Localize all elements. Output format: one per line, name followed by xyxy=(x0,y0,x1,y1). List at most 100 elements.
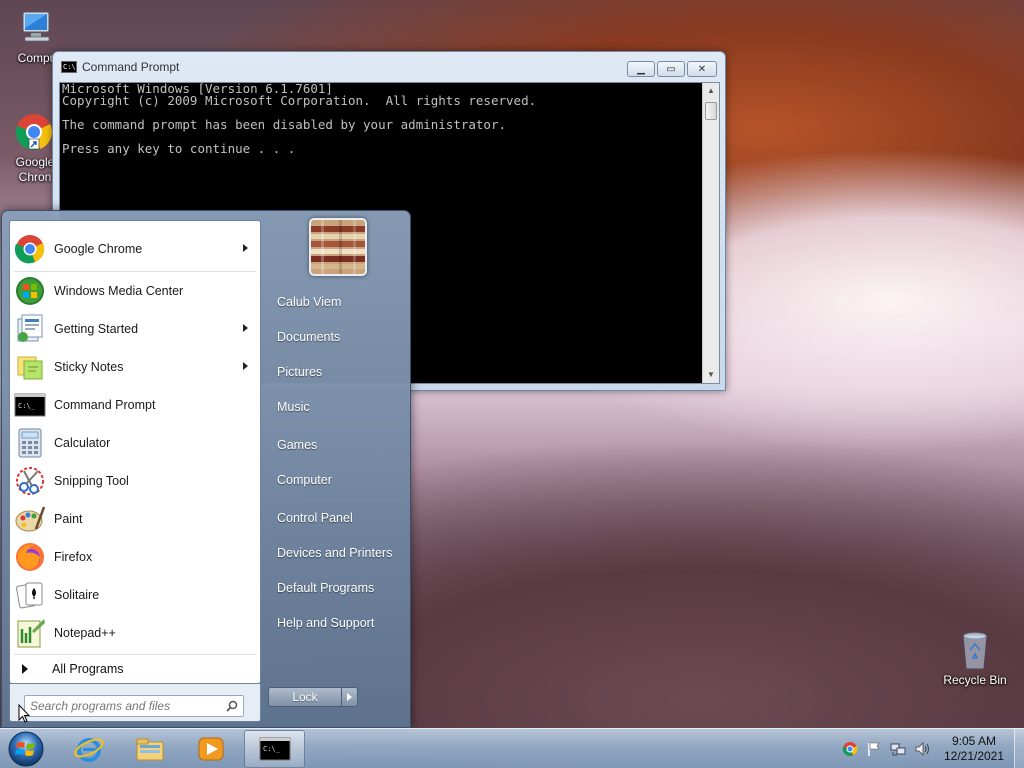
submenu-arrow-icon[interactable] xyxy=(243,362,248,370)
program-label: Command Prompt xyxy=(54,398,156,412)
clock-time: 9:05 AM xyxy=(951,734,997,748)
firefox-icon xyxy=(16,543,44,571)
network-icon[interactable] xyxy=(890,741,906,757)
desktop-icon-google-chrome[interactable]: Google Chron xyxy=(0,112,60,185)
desktop-icon-label: Recycle Bin xyxy=(943,673,1007,687)
default-programs-link[interactable]: Default Programs xyxy=(268,572,404,604)
notepadpp-icon xyxy=(17,619,45,648)
cmd-icon: C:\_ xyxy=(259,737,290,761)
help-and-support-link[interactable]: Help and Support xyxy=(268,607,404,639)
flag-icon[interactable] xyxy=(866,741,882,757)
programs-list: Google Chrome Windows Media Center Getti… xyxy=(9,220,261,684)
program-label: Google Chrome xyxy=(54,242,143,256)
svg-text:C:\_: C:\_ xyxy=(263,745,281,753)
console-output: Microsoft Windows [Version 6.1.7601] Copy… xyxy=(62,82,702,156)
chrome-icon xyxy=(14,112,54,152)
search-area xyxy=(9,684,261,722)
console-line: Press any key to continue . . . xyxy=(62,141,296,156)
desktop-icon-recycle-bin[interactable]: Recycle Bin xyxy=(940,630,1010,687)
show-desktop-button[interactable] xyxy=(1014,729,1024,768)
clock-date: 12/21/2021 xyxy=(943,749,1005,763)
windows-orb-icon xyxy=(8,731,44,767)
ie-icon xyxy=(74,738,104,762)
program-paint[interactable]: Paint xyxy=(10,500,260,538)
minimize-icon: ▁ xyxy=(637,63,645,75)
snipping-tool-icon xyxy=(16,467,44,495)
devices-and-printers-link[interactable]: Devices and Printers xyxy=(268,537,404,569)
documents-link[interactable]: Documents xyxy=(268,321,404,353)
getting-started-icon xyxy=(17,314,43,342)
clock[interactable]: 9:05 AM 12/21/2021 xyxy=(938,734,1010,764)
program-label: Calculator xyxy=(54,436,111,450)
computer-link[interactable]: Computer xyxy=(268,464,404,496)
taskbar: C:\_ 9:05 AM 12/21/2021 xyxy=(0,728,1024,768)
taskbar-media-player[interactable] xyxy=(182,730,240,768)
system-tray: 9:05 AM 12/21/2021 xyxy=(838,729,1024,768)
search-input[interactable] xyxy=(25,696,215,716)
program-label: Windows Media Center xyxy=(54,284,184,298)
program-getting-started[interactable]: Getting Started xyxy=(10,310,260,348)
user-avatar[interactable] xyxy=(309,218,367,276)
minimize-button[interactable]: ▁ xyxy=(627,61,655,77)
lock-control: Lock xyxy=(268,687,358,707)
recycle-bin-icon xyxy=(955,630,995,670)
chrome-icon xyxy=(14,235,45,264)
close-button[interactable]: ✕ xyxy=(687,61,717,77)
scroll-up-icon[interactable]: ▲ xyxy=(703,83,719,99)
calculator-icon xyxy=(18,428,42,458)
pictures-link[interactable]: Pictures xyxy=(268,356,404,388)
taskbar-command-prompt[interactable]: C:\_ xyxy=(244,730,305,768)
chrome-tray-icon[interactable] xyxy=(842,741,858,757)
program-sticky-notes[interactable]: Sticky Notes xyxy=(10,348,260,386)
expand-arrow-icon xyxy=(22,664,28,674)
all-programs-label: All Programs xyxy=(52,662,124,676)
cmd-icon: C:\_ xyxy=(14,393,46,417)
taskbar-internet-explorer[interactable] xyxy=(60,730,118,768)
submenu-arrow-icon[interactable] xyxy=(243,244,248,252)
program-command-prompt[interactable]: C:\_ Command Prompt xyxy=(10,386,260,424)
close-icon: ✕ xyxy=(697,63,707,75)
maximize-button[interactable]: ▭ xyxy=(657,61,685,77)
window-title: Command Prompt xyxy=(82,60,180,74)
sticky-notes-icon xyxy=(17,356,43,380)
lock-button[interactable]: Lock xyxy=(268,687,342,707)
program-google-chrome[interactable]: Google Chrome xyxy=(10,230,260,268)
scroll-thumb[interactable] xyxy=(705,102,717,120)
cmd-icon: C:\ xyxy=(61,61,77,73)
explorer-icon xyxy=(136,738,164,761)
vertical-scrollbar[interactable]: ▲ ▼ xyxy=(702,83,719,383)
scroll-down-icon[interactable]: ▼ xyxy=(703,367,719,383)
program-calculator[interactable]: Calculator xyxy=(10,424,260,462)
program-label: Getting Started xyxy=(54,322,139,336)
program-notepad-plus-plus[interactable]: Notepad++ xyxy=(10,614,260,652)
start-menu: Google Chrome Windows Media Center Getti… xyxy=(1,210,411,728)
svg-text:C:\_: C:\_ xyxy=(18,402,36,410)
program-windows-media-center[interactable]: Windows Media Center xyxy=(10,272,260,310)
media-player-icon xyxy=(198,737,224,761)
submenu-arrow-icon[interactable] xyxy=(243,324,248,332)
program-label: Sticky Notes xyxy=(54,360,124,374)
volume-icon[interactable] xyxy=(914,741,930,757)
program-firefox[interactable]: Firefox xyxy=(10,538,260,576)
console-line: The command prompt has been disabled by … xyxy=(62,117,507,132)
program-label: Snipping Tool xyxy=(54,474,129,488)
mouse-cursor-icon xyxy=(18,704,30,723)
control-panel-link[interactable]: Control Panel xyxy=(268,502,404,534)
search-box[interactable] xyxy=(24,695,244,717)
program-label: Firefox xyxy=(54,550,93,564)
taskbar-windows-explorer[interactable] xyxy=(121,730,179,768)
search-icon[interactable] xyxy=(226,700,238,712)
games-link[interactable]: Games xyxy=(268,429,404,461)
program-label: Solitaire xyxy=(54,588,100,602)
program-label: Paint xyxy=(54,512,83,526)
program-solitaire[interactable]: Solitaire xyxy=(10,576,260,614)
solitaire-icon xyxy=(16,582,43,609)
all-programs-button[interactable]: All Programs xyxy=(22,662,124,676)
media-center-icon xyxy=(16,277,44,305)
user-folder-link[interactable]: Calub Viem xyxy=(268,286,404,318)
music-link[interactable]: Music xyxy=(268,391,404,423)
computer-icon xyxy=(17,8,57,48)
shutdown-options-button[interactable] xyxy=(342,687,358,707)
start-button[interactable] xyxy=(6,730,46,768)
program-snipping-tool[interactable]: Snipping Tool xyxy=(10,462,260,500)
